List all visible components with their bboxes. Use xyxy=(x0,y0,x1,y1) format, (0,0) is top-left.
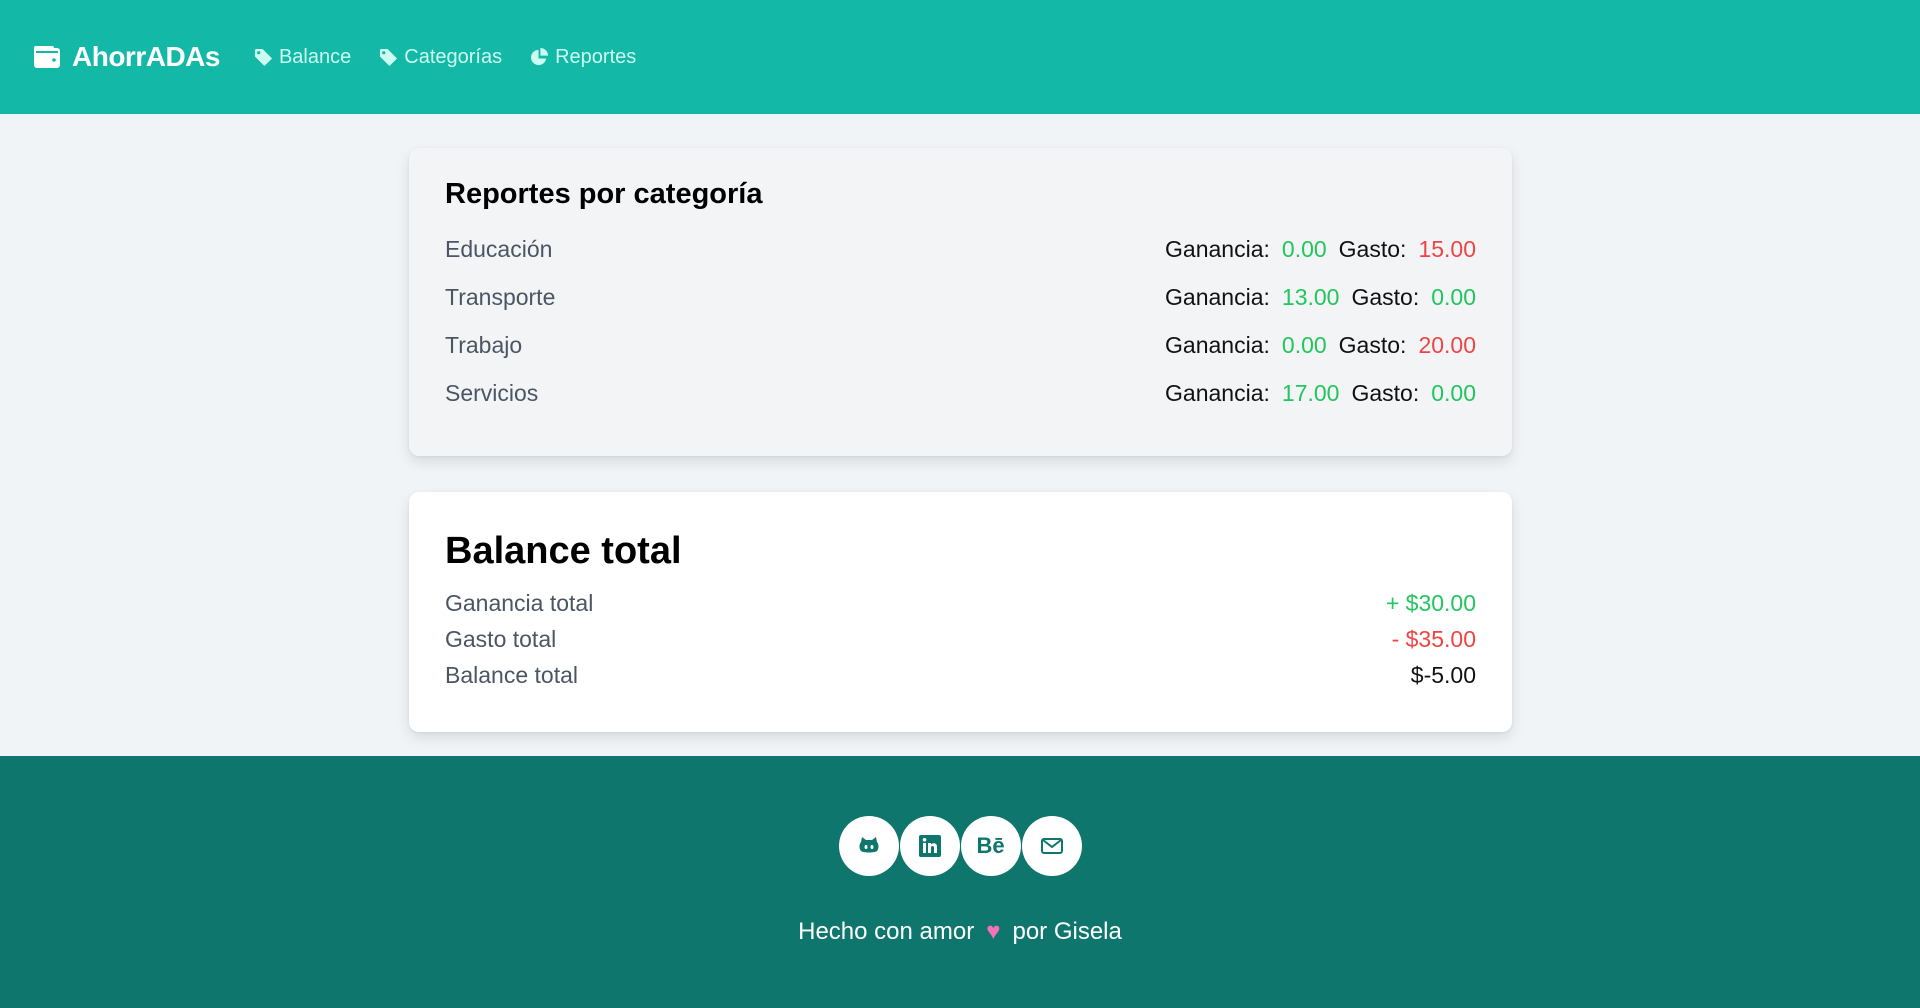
report-row: Trabajo Ganancia: 0.00 Gasto: 20.00 xyxy=(445,321,1476,369)
balance-title: Balance total xyxy=(445,530,682,572)
nav-item-label: Categorías xyxy=(404,45,503,68)
gain-label: Ganancia: xyxy=(1165,235,1270,262)
reports-title: Reportes por categoría xyxy=(445,178,763,210)
nav-item-label: Balance xyxy=(278,45,352,68)
report-category: Trabajo xyxy=(445,331,523,358)
gain-value: 0.00 xyxy=(1281,235,1327,262)
expense-value: 15.00 xyxy=(1418,235,1476,262)
nav-item-label: Reportes xyxy=(555,45,637,68)
behance-link[interactable]: Bē xyxy=(960,816,1021,876)
tag-icon xyxy=(380,48,398,66)
expense-label: Gasto: xyxy=(1351,283,1420,310)
expense-label: Gasto: xyxy=(1338,235,1407,262)
github-icon xyxy=(859,837,878,853)
heart-icon: ♥ xyxy=(986,918,1001,945)
report-category: Educación xyxy=(445,235,553,262)
report-row: Transporte Ganancia: 13.00 Gasto: 0.00 xyxy=(445,273,1476,321)
gain-label: Ganancia: xyxy=(1165,331,1270,358)
balance-row-expense: Gasto total - $35.00 xyxy=(445,621,1476,657)
footer: Bē Hecho con amor ♥ por Gisela xyxy=(0,756,1920,1008)
github-link[interactable] xyxy=(838,816,899,876)
gain-value: 17.00 xyxy=(1281,379,1340,406)
pie-chart-icon xyxy=(531,47,549,65)
expense-value: 0.00 xyxy=(1431,283,1476,310)
gain-value: 0.00 xyxy=(1281,331,1327,358)
wallet-icon xyxy=(34,46,60,68)
behance-icon: Bē xyxy=(976,833,1005,858)
footer-text-before: Hecho con amor xyxy=(798,918,975,945)
linkedin-link[interactable] xyxy=(899,816,960,876)
report-category: Transporte xyxy=(445,283,556,310)
social-links: Bē xyxy=(0,816,1920,876)
balance-row-gain: Ganancia total + $30.00 xyxy=(445,585,1476,621)
expense-value: 0.00 xyxy=(1431,379,1476,406)
footer-text-after: por Gisela xyxy=(1012,918,1122,945)
main-content: Reportes por categoría Educación Gananci… xyxy=(0,114,1920,756)
reports-card: Reportes por categoría Educación Gananci… xyxy=(409,148,1512,456)
report-category: Servicios xyxy=(445,379,539,406)
gain-label: Ganancia: xyxy=(1165,379,1270,406)
navbar: AhorrADAs Balance Categorías Reportes xyxy=(0,0,1920,114)
mail-link[interactable] xyxy=(1021,816,1082,876)
mail-icon xyxy=(1040,838,1063,854)
balance-value: $-5.00 xyxy=(1410,661,1476,688)
tag-icon xyxy=(254,48,273,66)
nav-item-reportes[interactable]: Reportes xyxy=(530,46,636,69)
expense-value: 20.00 xyxy=(1418,331,1476,358)
balance-label: Ganancia total xyxy=(445,589,594,616)
report-row: Servicios Ganancia: 17.00 Gasto: 0.00 xyxy=(445,369,1476,417)
footer-credit: Hecho con amor ♥ por Gisela xyxy=(0,918,1920,946)
report-row: Educación Ganancia: 0.00 Gasto: 15.00 xyxy=(445,225,1476,273)
balance-card: Balance total Ganancia total + $30.00 Ga… xyxy=(409,492,1512,732)
nav-item-categorias[interactable]: Categorías xyxy=(379,46,502,69)
balance-value: - $35.00 xyxy=(1391,625,1476,652)
expense-label: Gasto: xyxy=(1338,331,1407,358)
gain-label: Ganancia: xyxy=(1165,283,1270,310)
balance-label: Balance total xyxy=(445,661,578,688)
balance-label: Gasto total xyxy=(445,625,557,652)
brand-name: AhorrADAs xyxy=(72,41,220,72)
brand[interactable]: AhorrADAs xyxy=(34,41,220,73)
expense-label: Gasto: xyxy=(1351,379,1420,406)
linkedin-icon xyxy=(918,835,941,857)
nav-item-balance[interactable]: Balance xyxy=(254,46,351,69)
gain-value: 13.00 xyxy=(1281,283,1340,310)
balance-row-total: Balance total $-5.00 xyxy=(445,657,1476,693)
balance-value: + $30.00 xyxy=(1385,589,1476,616)
